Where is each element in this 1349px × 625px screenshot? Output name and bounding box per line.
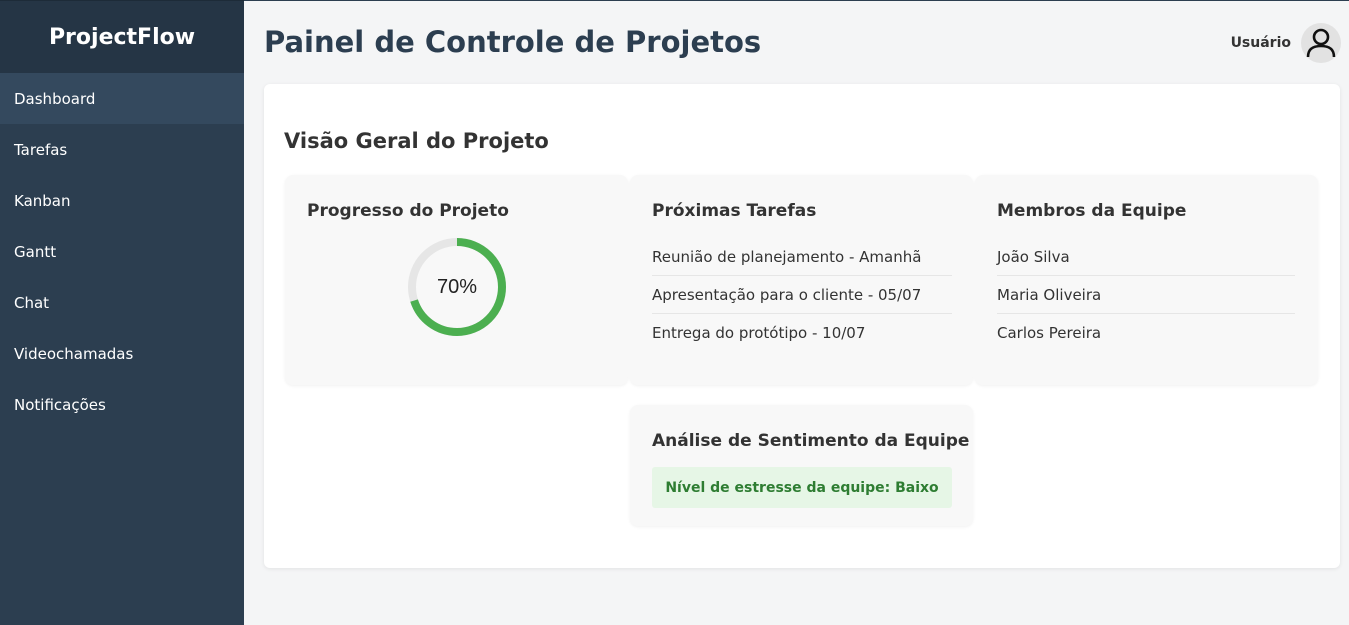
sidebar-item-gantt[interactable]: Gantt bbox=[0, 226, 244, 277]
sidebar-nav: Dashboard Tarefas Kanban Gantt Chat Vide… bbox=[0, 73, 244, 430]
sentiment-card-title: Análise de Sentimento da Equipe bbox=[652, 431, 970, 451]
progress-card: Progresso do Projeto 70% bbox=[285, 175, 628, 385]
sidebar: ProjectFlow Dashboard Tarefas Kanban Gan… bbox=[0, 0, 244, 625]
progress-value: 70% bbox=[436, 275, 478, 298]
sidebar-item-kanban[interactable]: Kanban bbox=[0, 175, 244, 226]
task-item[interactable]: Reunião de planejamento - Amanhã bbox=[652, 238, 952, 276]
task-item[interactable]: Entrega do protótipo - 10/07 bbox=[652, 314, 952, 352]
tasks-card-title: Próximas Tarefas bbox=[652, 201, 817, 221]
progress-ring: 70% bbox=[405, 235, 509, 339]
tasks-list: Reunião de planejamento - Amanhã Apresen… bbox=[652, 238, 952, 352]
page-title: Painel de Controle de Projetos bbox=[264, 25, 762, 59]
team-card: Membros da Equipe João Silva Maria Olive… bbox=[975, 175, 1318, 385]
sentiment-card: Análise de Sentimento da Equipe Nível de… bbox=[630, 405, 973, 526]
sidebar-item-videochamadas[interactable]: Videochamadas bbox=[0, 328, 244, 379]
team-card-title: Membros da Equipe bbox=[997, 201, 1187, 221]
stress-level-badge: Nível de estresse da equipe: Baixo bbox=[652, 467, 952, 508]
user-menu[interactable]: Usuário bbox=[1231, 23, 1341, 63]
main-content: Painel de Controle de Projetos Usuário V… bbox=[244, 0, 1349, 625]
team-member[interactable]: Carlos Pereira bbox=[997, 314, 1295, 352]
tasks-card: Próximas Tarefas Reunião de planejamento… bbox=[630, 175, 973, 385]
app-logo[interactable]: ProjectFlow bbox=[0, 0, 244, 73]
team-list: João Silva Maria Oliveira Carlos Pereira bbox=[997, 238, 1295, 352]
team-member[interactable]: Maria Oliveira bbox=[997, 276, 1295, 314]
overview-title: Visão Geral do Projeto bbox=[284, 129, 549, 153]
user-name[interactable]: Usuário bbox=[1231, 35, 1291, 51]
sidebar-item-notificacoes[interactable]: Notificações bbox=[0, 379, 244, 430]
overview-panel: Visão Geral do Projeto Progresso do Proj… bbox=[264, 84, 1340, 568]
sidebar-item-dashboard[interactable]: Dashboard bbox=[0, 73, 244, 124]
task-item[interactable]: Apresentação para o cliente - 05/07 bbox=[652, 276, 952, 314]
sidebar-item-tarefas[interactable]: Tarefas bbox=[0, 124, 244, 175]
progress-card-title: Progresso do Projeto bbox=[307, 201, 509, 221]
team-member[interactable]: João Silva bbox=[997, 238, 1295, 276]
user-icon[interactable] bbox=[1301, 23, 1341, 63]
sidebar-item-chat[interactable]: Chat bbox=[0, 277, 244, 328]
